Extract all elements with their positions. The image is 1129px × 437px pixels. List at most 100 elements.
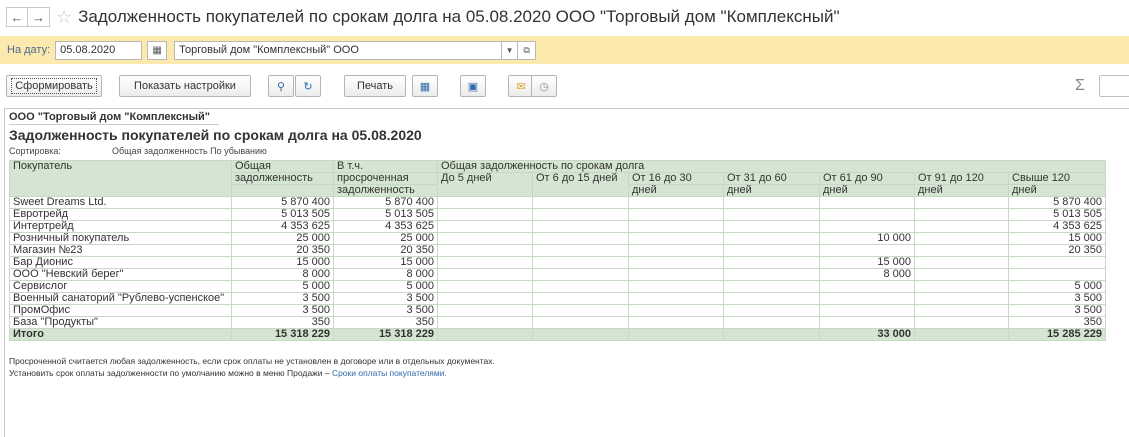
cell-b2[interactable] [532, 292, 629, 305]
show-settings-button[interactable]: Показать настройки [119, 75, 251, 97]
cell-b3[interactable] [628, 256, 724, 269]
table-row[interactable]: Бар Дионис 15 000 15 000 15 000 [9, 256, 1106, 269]
cell-b4[interactable] [723, 208, 820, 221]
cell-b7[interactable]: 15 285 229 [1008, 328, 1106, 341]
date-input[interactable]: 05.08.2020 [55, 40, 143, 60]
cell-name[interactable]: Розничный покупатель [9, 232, 232, 245]
cell-b5[interactable]: 8 000 [819, 268, 915, 281]
cell-b5[interactable] [819, 316, 915, 329]
cell-name[interactable]: Интертрейд [9, 220, 232, 233]
cell-b1[interactable] [437, 304, 533, 317]
cell-name[interactable]: Итого [9, 328, 232, 341]
cell-overdue[interactable]: 5 000 [333, 280, 438, 293]
cell-b6[interactable] [914, 292, 1009, 305]
table-row[interactable]: Sweet Dreams Ltd. 5 870 400 5 870 400 5 870… [9, 196, 1106, 209]
calendar-icon[interactable]: ▦ [147, 40, 168, 60]
cell-name[interactable]: База "Продукты" [9, 316, 232, 329]
cell-overdue[interactable]: 20 350 [333, 244, 438, 257]
arrow-right-icon[interactable]: → [28, 7, 50, 27]
cell-b7[interactable]: 5 000 [1008, 280, 1106, 293]
cell-b4[interactable] [723, 316, 820, 329]
cell-b2[interactable] [532, 232, 629, 245]
cell-total[interactable]: 4 353 625 [231, 220, 334, 233]
cell-b3[interactable] [628, 244, 724, 257]
cell-name[interactable]: ООО "Невский берег" [9, 268, 232, 281]
cell-b4[interactable] [723, 244, 820, 257]
cell-b1[interactable] [437, 292, 533, 305]
cell-b5[interactable] [819, 244, 915, 257]
cell-b7[interactable]: 350 [1008, 316, 1106, 329]
cell-b3[interactable] [628, 316, 724, 329]
cell-b2[interactable] [532, 316, 629, 329]
cell-b1[interactable] [437, 280, 533, 293]
cell-overdue[interactable]: 3 500 [333, 292, 438, 305]
cell-b7[interactable]: 5 870 400 [1008, 196, 1106, 209]
cell-b3[interactable] [628, 280, 724, 293]
cell-b6[interactable] [914, 328, 1009, 341]
cell-overdue[interactable]: 8 000 [333, 268, 438, 281]
cell-b7[interactable]: 5 013 505 [1008, 208, 1106, 221]
cell-b1[interactable] [437, 196, 533, 209]
table-row[interactable]: Военный санаторий "Рублево-успенское" 3 5… [9, 292, 1106, 305]
cell-b7[interactable]: 3 500 [1008, 292, 1106, 305]
table-row[interactable]: Магазин №23 20 350 20 350 20 350 [9, 244, 1106, 257]
table-row[interactable]: Розничный покупатель 25 000 25 000 10 000 15… [9, 232, 1106, 245]
open-icon[interactable]: ⧉ [518, 40, 537, 60]
table-row[interactable]: Сервислог 5 000 5 000 5 000 [9, 280, 1106, 293]
print-button[interactable]: Печать [344, 75, 406, 97]
cell-b5[interactable] [819, 292, 915, 305]
cell-b1[interactable] [437, 220, 533, 233]
cell-b4[interactable] [723, 232, 820, 245]
cell-b3[interactable] [628, 328, 724, 341]
cell-b3[interactable] [628, 292, 724, 305]
cell-total[interactable]: 25 000 [231, 232, 334, 245]
cell-b1[interactable] [437, 244, 533, 257]
cell-total[interactable]: 3 500 [231, 304, 334, 317]
cell-b1[interactable] [437, 268, 533, 281]
cell-b2[interactable] [532, 328, 629, 341]
table-row[interactable]: ПромОфис 3 500 3 500 3 500 [9, 304, 1106, 317]
cell-b6[interactable] [914, 220, 1009, 233]
cell-overdue[interactable]: 350 [333, 316, 438, 329]
cell-name[interactable]: Бар Дионис [9, 256, 232, 269]
cell-b6[interactable] [914, 244, 1009, 257]
cell-total[interactable]: 3 500 [231, 292, 334, 305]
print-preview-icon[interactable]: ▦ [412, 75, 438, 97]
payment-terms-link[interactable]: Сроки оплаты покупателями. [332, 368, 447, 378]
cell-b6[interactable] [914, 304, 1009, 317]
cell-b6[interactable] [914, 256, 1009, 269]
cell-name[interactable]: Евротрейд [9, 208, 232, 221]
report-area[interactable]: ООО "Торговый дом "Комплексный" Задолжен… [4, 108, 1129, 437]
cell-total[interactable]: 15 000 [231, 256, 334, 269]
cell-b3[interactable] [628, 232, 724, 245]
cell-b7[interactable]: 15 000 [1008, 232, 1106, 245]
cell-b4[interactable] [723, 328, 820, 341]
cell-b3[interactable] [628, 208, 724, 221]
cell-b2[interactable] [532, 244, 629, 257]
cell-b2[interactable] [532, 256, 629, 269]
total-row[interactable]: Итого 15 318 229 15 318 229 33 000 15 285 22… [9, 328, 1106, 341]
cell-total[interactable]: 20 350 [231, 244, 334, 257]
cell-total[interactable]: 15 318 229 [231, 328, 334, 341]
cell-b5[interactable]: 15 000 [819, 256, 915, 269]
cell-b5[interactable]: 33 000 [819, 328, 915, 341]
cell-overdue[interactable]: 25 000 [333, 232, 438, 245]
cell-name[interactable]: Военный санаторий "Рублево-успенское" [9, 292, 232, 305]
cell-b4[interactable] [723, 268, 820, 281]
cell-name[interactable]: Магазин №23 [9, 244, 232, 257]
cell-b7[interactable] [1008, 268, 1106, 281]
cell-total[interactable]: 5 870 400 [231, 196, 334, 209]
cell-b5[interactable] [819, 208, 915, 221]
cell-b6[interactable] [914, 208, 1009, 221]
cell-b2[interactable] [532, 268, 629, 281]
cell-b5[interactable] [819, 196, 915, 209]
organization-input[interactable]: Торговый дом "Комплексный" ООО [174, 40, 503, 60]
cell-b7[interactable]: 20 350 [1008, 244, 1106, 257]
cell-b6[interactable] [914, 280, 1009, 293]
generate-button[interactable]: Сформировать [6, 75, 102, 97]
cell-b7[interactable] [1008, 256, 1106, 269]
cell-b3[interactable] [628, 196, 724, 209]
cell-name[interactable]: ПромОфис [9, 304, 232, 317]
cell-b7[interactable]: 3 500 [1008, 304, 1106, 317]
cell-b5[interactable] [819, 220, 915, 233]
